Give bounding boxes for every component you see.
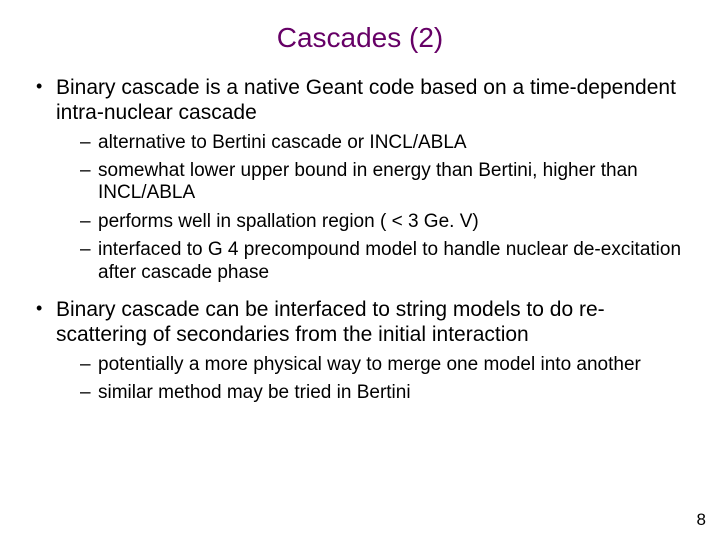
sub-bullet-item: interfaced to G 4 precompound model to h… (80, 239, 686, 284)
sub-bullet-list: alternative to Bertini cascade or INCL/A… (56, 132, 686, 284)
sub-bullet-text: somewhat lower upper bound in energy tha… (98, 160, 638, 203)
sub-bullet-text: interfaced to G 4 precompound model to h… (98, 239, 681, 282)
sub-bullet-item: alternative to Bertini cascade or INCL/A… (80, 132, 686, 154)
bullet-item: Binary cascade can be interfaced to stri… (34, 298, 686, 404)
bullet-item: Binary cascade is a native Geant code ba… (34, 76, 686, 284)
sub-bullet-item: similar method may be tried in Bertini (80, 382, 686, 404)
sub-bullet-item: potentially a more physical way to merge… (80, 354, 686, 376)
page-number: 8 (697, 510, 706, 530)
sub-bullet-list: potentially a more physical way to merge… (56, 354, 686, 405)
slide-title: Cascades (2) (34, 22, 686, 54)
bullet-text: Binary cascade is a native Geant code ba… (56, 76, 676, 124)
sub-bullet-text: performs well in spallation region ( < 3… (98, 211, 479, 232)
sub-bullet-item: performs well in spallation region ( < 3… (80, 211, 686, 233)
sub-bullet-text: similar method may be tried in Bertini (98, 382, 411, 403)
sub-bullet-text: alternative to Bertini cascade or INCL/A… (98, 132, 467, 153)
sub-bullet-text: potentially a more physical way to merge… (98, 354, 641, 375)
bullet-list: Binary cascade is a native Geant code ba… (34, 76, 686, 404)
bullet-text: Binary cascade can be interfaced to stri… (56, 298, 605, 346)
sub-bullet-item: somewhat lower upper bound in energy tha… (80, 160, 686, 205)
slide: Cascades (2) Binary cascade is a native … (0, 0, 720, 540)
